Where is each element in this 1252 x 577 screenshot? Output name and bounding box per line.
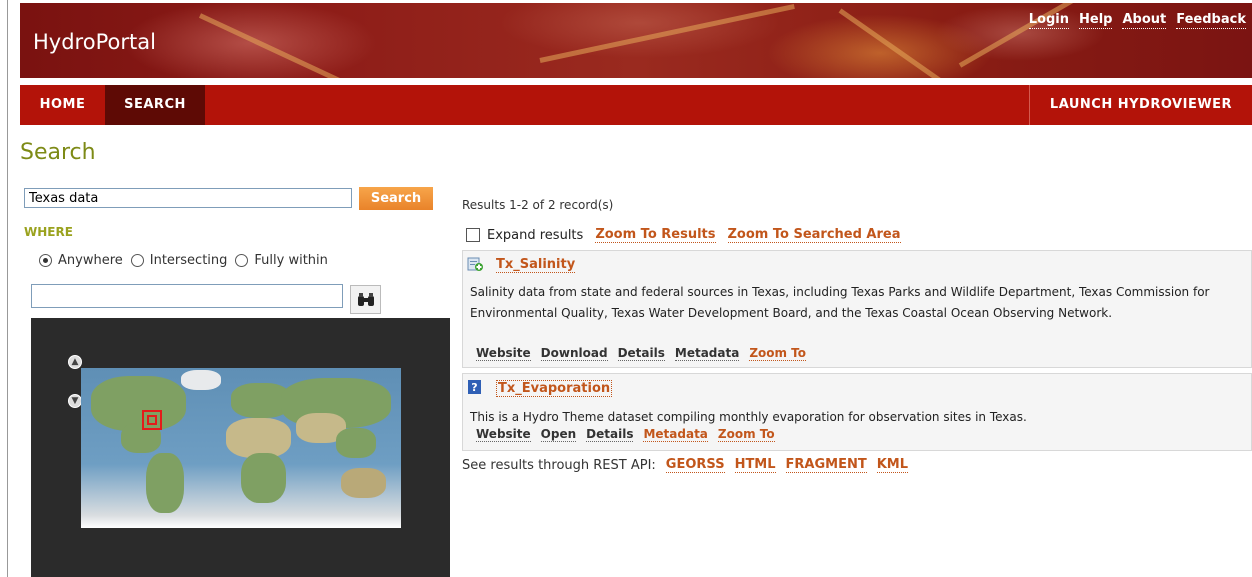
radio-intersecting-label: Intersecting (149, 253, 228, 268)
svg-text:?: ? (471, 381, 477, 394)
about-link[interactable]: About (1122, 12, 1167, 29)
page-title: Search (20, 140, 96, 165)
expand-row: Expand results Zoom To Results Zoom To S… (466, 227, 901, 243)
zoom-to-link[interactable]: Zoom To (717, 427, 775, 442)
rest-api-label: See results through REST API: (462, 457, 656, 473)
result-description: Salinity data from state and federal sou… (470, 285, 1210, 320)
search-input[interactable] (24, 188, 352, 208)
website-link[interactable]: Website (476, 427, 531, 442)
nav-search[interactable]: SEARCH (105, 85, 205, 125)
login-link[interactable]: Login (1028, 12, 1070, 29)
metadata-link[interactable]: Metadata (643, 427, 708, 442)
search-extent-marker (142, 410, 162, 430)
location-input[interactable] (31, 284, 343, 308)
result-card: Tx_Salinity Salinity data from state and… (462, 250, 1252, 368)
main-nav: HOME SEARCH LAUNCH HYDROVIEWER (20, 85, 1252, 125)
zoom-out-icon[interactable]: ▼ (68, 394, 82, 408)
zoom-to-searched-area-link[interactable]: Zoom To Searched Area (727, 227, 901, 243)
open-link[interactable]: Open (540, 427, 577, 442)
nav-launch-hydroviewer[interactable]: LAUNCH HYDROVIEWER (1030, 85, 1252, 125)
html-link[interactable]: HTML (734, 457, 776, 473)
result-card: ? Tx_Evaporation This is a Hydro Theme d… (462, 373, 1252, 451)
results-count: Results 1-2 of 2 record(s) (462, 198, 614, 212)
zoom-to-results-link[interactable]: Zoom To Results (595, 227, 716, 243)
result-title-link[interactable]: Tx_Evaporation (496, 380, 613, 397)
kml-link[interactable]: KML (876, 457, 909, 473)
search-button[interactable]: Search (359, 187, 433, 210)
download-link[interactable]: Download (540, 346, 608, 361)
page-edge (7, 0, 8, 577)
spatial-filter-radios: Anywhere Intersecting Fully within (39, 253, 336, 268)
result-actions: Website Open Details Metadata Zoom To (476, 427, 775, 442)
feedback-link[interactable]: Feedback (1176, 12, 1246, 29)
nav-home[interactable]: HOME (20, 85, 105, 125)
result-description: This is a Hydro Theme dataset compiling … (470, 410, 1027, 424)
details-link[interactable]: Details (586, 427, 634, 442)
details-link[interactable]: Details (617, 346, 665, 361)
rest-api-row: See results through REST API: GEORSS HTM… (462, 457, 909, 473)
radio-anywhere-label: Anywhere (58, 253, 123, 268)
header-banner: HydroPortal Login Help About Feedback (20, 3, 1252, 78)
world-map (81, 368, 401, 528)
fragment-link[interactable]: FRAGMENT (785, 457, 867, 473)
zoom-to-link[interactable]: Zoom To (749, 346, 807, 361)
expand-results-checkbox[interactable] (466, 228, 480, 242)
zoom-in-icon[interactable]: ▲ (68, 355, 82, 369)
radio-fully-within[interactable] (235, 254, 249, 267)
help-link[interactable]: Help (1079, 12, 1113, 29)
result-title-link[interactable]: Tx_Salinity (496, 257, 576, 273)
top-links: Login Help About Feedback (1028, 12, 1246, 29)
metadata-link[interactable]: Metadata (674, 346, 740, 361)
help-icon: ? (468, 380, 481, 394)
radio-intersecting[interactable] (130, 254, 144, 267)
georss-link[interactable]: GEORSS (665, 457, 725, 473)
result-actions: Website Download Details Metadata Zoom T… (476, 346, 807, 361)
brand-title[interactable]: HydroPortal (33, 30, 156, 54)
radio-anywhere[interactable] (39, 254, 52, 267)
map-panel[interactable]: ▲ ▼ (31, 318, 450, 577)
radio-fully-within-label: Fully within (254, 253, 328, 268)
document-add-icon (467, 257, 483, 271)
binoculars-icon[interactable] (350, 285, 381, 314)
website-link[interactable]: Website (476, 346, 531, 361)
expand-results-label: Expand results (487, 227, 584, 243)
where-label: WHERE (24, 225, 73, 239)
